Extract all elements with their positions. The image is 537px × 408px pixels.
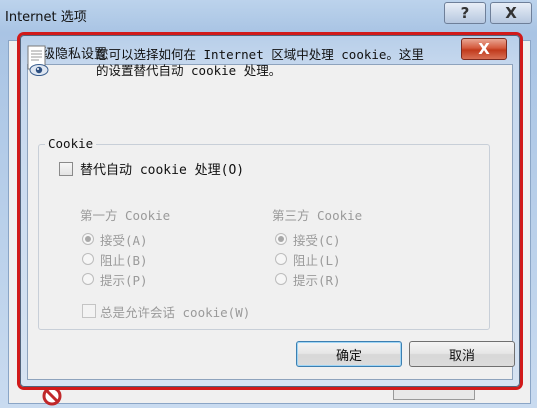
blocked-icon	[42, 386, 62, 406]
first-party-accept-label[interactable]: 接受(A)	[100, 230, 148, 249]
allow-session-cookies-checkbox[interactable]	[82, 304, 96, 318]
third-party-block-radio[interactable]	[275, 253, 287, 265]
window-close-button[interactable]: X	[490, 2, 532, 24]
description-line-1: 您可以选择如何在 Internet 区域中处理 cookie。这里	[96, 47, 424, 62]
description-line-2: 的设置替代自动 cookie 处理。	[96, 63, 282, 78]
first-party-block-label[interactable]: 阻止(B)	[100, 250, 148, 269]
third-party-block-label[interactable]: 阻止(L)	[293, 250, 341, 269]
help-button[interactable]: ?	[444, 2, 486, 24]
override-auto-cookie-checkbox[interactable]	[59, 162, 73, 176]
first-party-prompt-label[interactable]: 提示(P)	[100, 270, 148, 289]
first-party-block-radio[interactable]	[82, 253, 94, 265]
third-party-accept-radio[interactable]	[275, 233, 287, 245]
ok-button[interactable]: 确定	[296, 341, 402, 367]
privacy-document-eye-icon	[27, 45, 49, 76]
window-title: Internet 选项	[5, 10, 87, 25]
cookie-section-label: Cookie	[45, 136, 97, 151]
third-party-prompt-label[interactable]: 提示(R)	[293, 270, 341, 289]
third-party-heading: 第三方 Cookie	[272, 208, 363, 223]
third-party-accept-label[interactable]: 接受(C)	[293, 230, 341, 249]
description-text: 您可以选择如何在 Internet 区域中处理 cookie。这里 的设置替代自…	[96, 47, 476, 79]
cancel-button[interactable]: 取消	[409, 341, 515, 367]
third-party-prompt-radio[interactable]	[275, 273, 287, 285]
first-party-prompt-radio[interactable]	[82, 273, 94, 285]
override-auto-cookie-label[interactable]: 替代自动 cookie 处理(O)	[80, 159, 244, 178]
first-party-heading: 第一方 Cookie	[80, 208, 171, 223]
first-party-accept-radio[interactable]	[82, 233, 94, 245]
allow-session-cookies-label[interactable]: 总是允许会话 cookie(W)	[100, 302, 250, 321]
